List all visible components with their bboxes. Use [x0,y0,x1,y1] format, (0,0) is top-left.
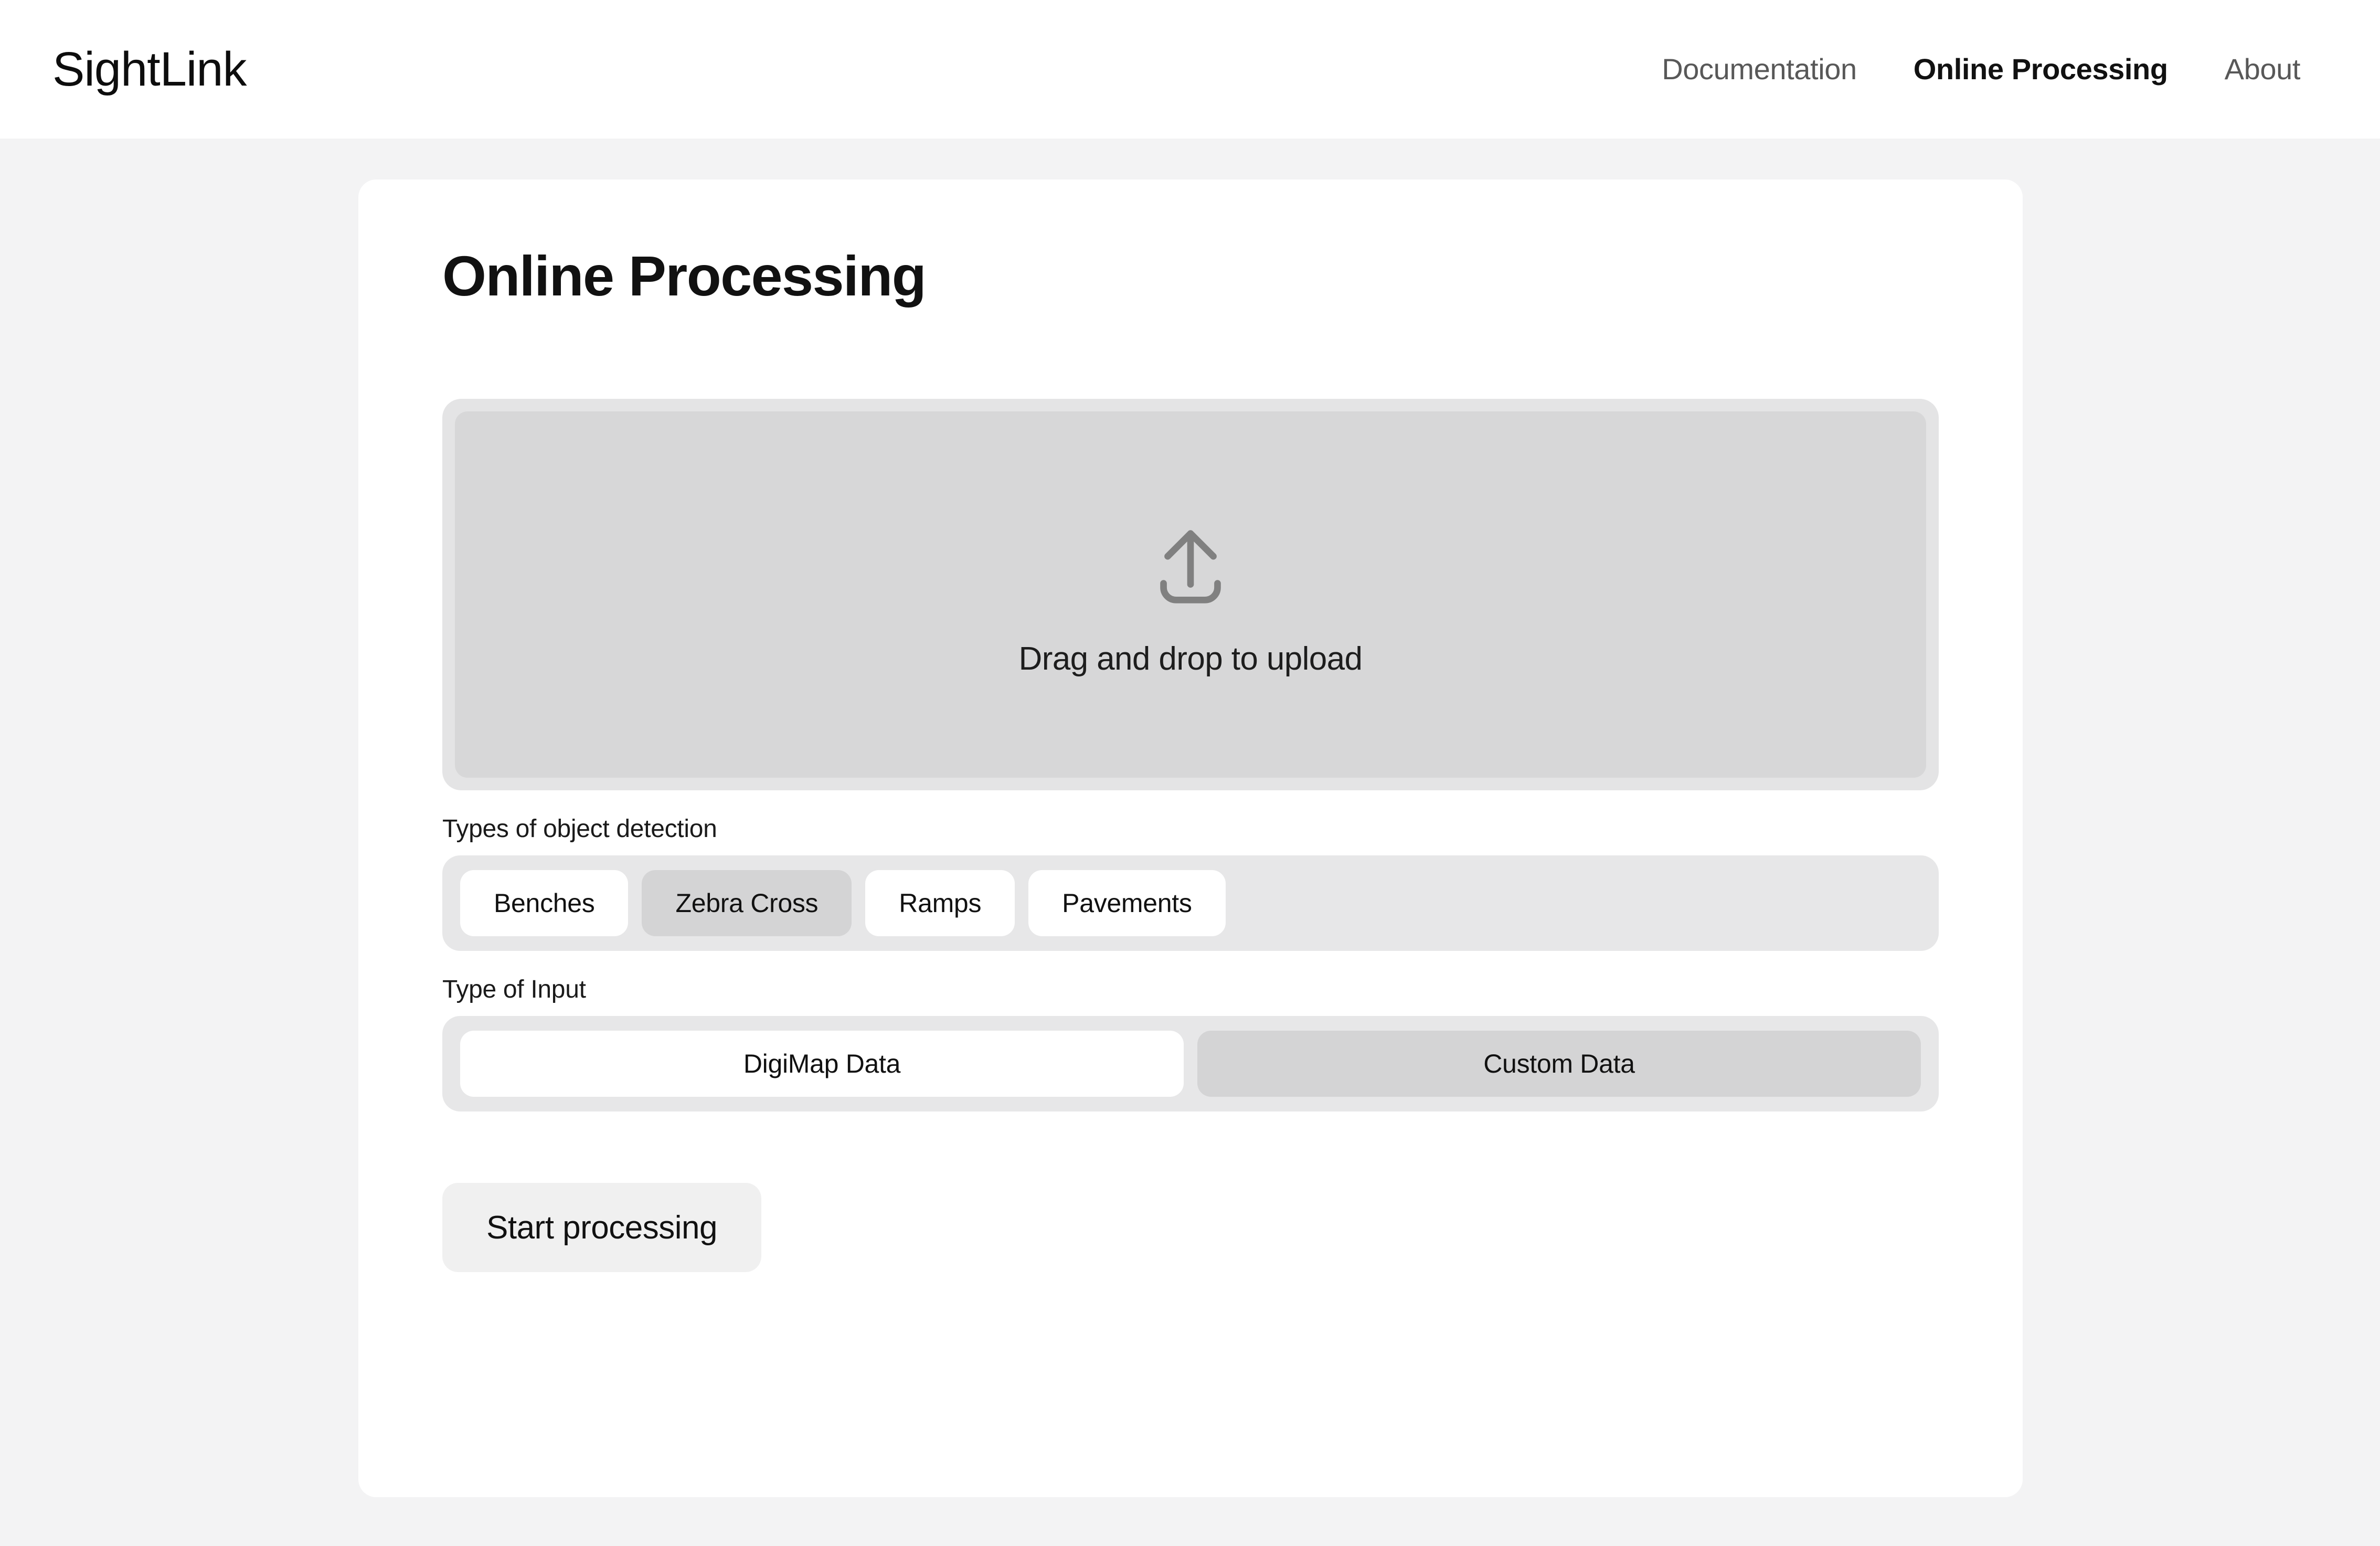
upload-arrow-icon [1160,530,1221,603]
brand-logo[interactable]: SightLink [52,45,247,93]
input-type-group: Type of Input DigiMap Data Custom Data [442,977,1939,1111]
detection-option-zebra-cross[interactable]: Zebra Cross [642,870,852,936]
nav-link-online-processing[interactable]: Online Processing [1914,55,2168,84]
detection-types-control: Benches Zebra Cross Ramps Pavements [442,855,1939,951]
action-row: Start processing [442,1183,1939,1272]
upload-dropzone-label: Drag and drop to upload [1018,641,1363,677]
site-header: SightLink Documentation Online Processin… [0,0,2380,139]
start-processing-button[interactable]: Start processing [442,1183,761,1272]
page-title: Online Processing [442,244,927,308]
detection-types-group: Types of object detection Benches Zebra … [442,817,1939,951]
detection-option-pavements[interactable]: Pavements [1028,870,1226,936]
upload-dropzone-surface[interactable]: Drag and drop to upload [455,411,1926,778]
detection-option-ramps[interactable]: Ramps [865,870,1015,936]
detection-types-label: Types of object detection [442,815,717,843]
nav-link-documentation[interactable]: Documentation [1662,55,1857,84]
nav-link-about[interactable]: About [2225,55,2301,84]
input-type-control: DigiMap Data Custom Data [442,1016,1939,1111]
input-option-custom-data[interactable]: Custom Data [1197,1031,1921,1097]
input-type-label: Type of Input [442,976,586,1003]
input-option-digimap-data[interactable]: DigiMap Data [460,1031,1184,1097]
main-navigation: Documentation Online Processing About [1662,55,2328,84]
online-processing-card: Online Processing Drag and drop to uploa… [358,179,2023,1497]
card-content: Online Processing Drag and drop to uploa… [358,179,2023,1272]
detection-option-benches[interactable]: Benches [460,870,629,936]
upload-dropzone[interactable]: Drag and drop to upload [442,399,1939,790]
